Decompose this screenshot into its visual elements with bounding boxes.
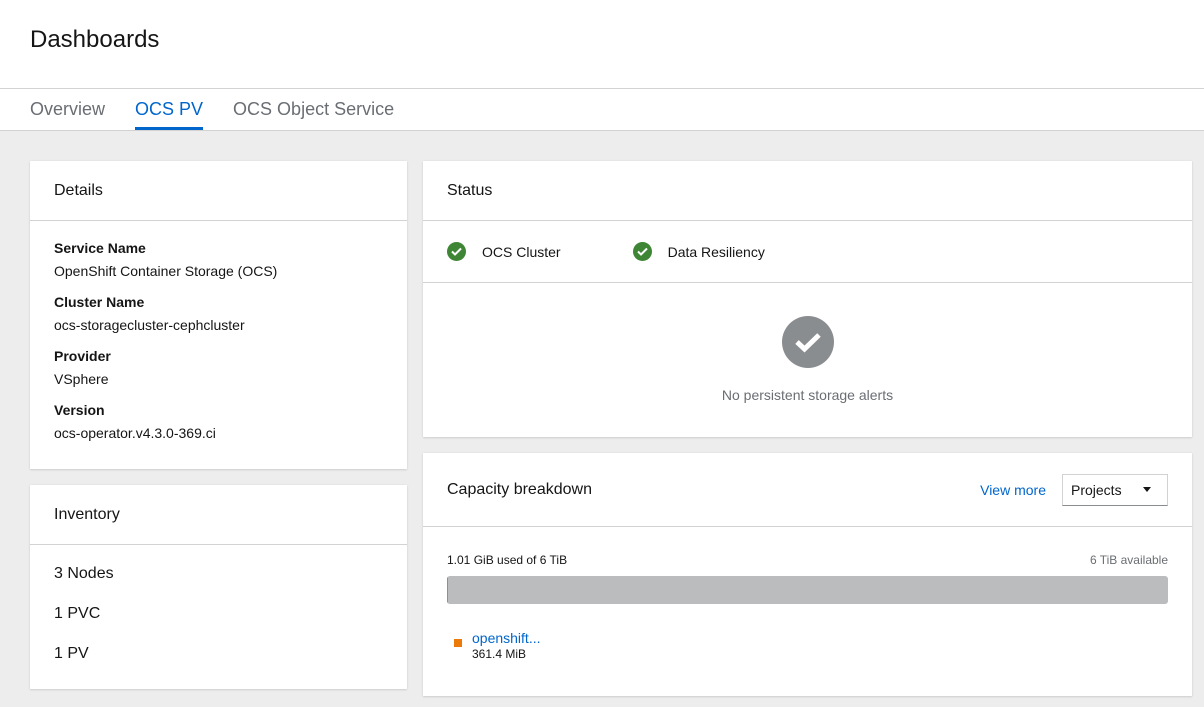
capacity-available-text: 6 TiB available (1089, 553, 1168, 567)
capacity-breakdown-card: Capacity breakdown View more Projects 1.… (423, 453, 1192, 696)
capacity-card-header: Capacity breakdown View more Projects (423, 453, 1192, 527)
capacity-title: Capacity breakdown (447, 480, 592, 498)
inventory-card-header: Inventory (30, 485, 407, 545)
status-data-resiliency: Data Resiliency (632, 242, 765, 261)
legend-item-value: 361.4 MiB (472, 647, 527, 661)
dashboard-content: Details Service Name OpenShift Container… (0, 131, 1204, 707)
inventory-card: Inventory 3 Nodes 1 PVC 1 PV (30, 485, 407, 689)
capacity-actions: View more Projects (980, 473, 1168, 506)
legend-item: openshift... 361.4 MiB (472, 630, 541, 662)
large-check-circle-icon (781, 316, 834, 368)
dashboard-tabs: Overview OCS PV OCS Object Service (0, 89, 1204, 131)
service-name-value: OpenShift Container Storage (OCS) (54, 263, 278, 279)
inventory-item-nodes[interactable]: 3 Nodes (54, 563, 383, 603)
details-card-header: Details (30, 161, 407, 221)
inventory-item-pv[interactable]: 1 PV (54, 643, 383, 683)
cluster-name-label: Cluster Name (54, 294, 145, 310)
legend-swatch (454, 639, 462, 647)
capacity-summary: 1.01 GiB used of 6 TiB 6 TiB available (447, 553, 1168, 567)
caret-down-icon (1143, 487, 1151, 492)
version-value: ocs-operator.v4.3.0-369.ci (54, 425, 216, 441)
page-header: Dashboards (0, 0, 1204, 89)
capacity-bar (447, 576, 1168, 604)
status-title: Status (447, 181, 493, 199)
cluster-name-value: ocs-storagecluster-cephcluster (54, 317, 245, 333)
details-title: Details (54, 181, 103, 199)
select-value: Projects (1071, 481, 1122, 498)
tab-ocs-object-service[interactable]: OCS Object Service (233, 89, 394, 130)
version-label: Version (54, 402, 105, 418)
capacity-type-select[interactable]: Projects (1062, 473, 1168, 506)
tab-ocs-pv[interactable]: OCS PV (135, 89, 204, 130)
page-title: Dashboards (30, 26, 160, 53)
no-alerts-message: No persistent storage alerts (721, 387, 894, 403)
details-body: Service Name OpenShift Container Storage… (30, 221, 407, 441)
inventory-item-pvc[interactable]: 1 PVC (54, 603, 383, 643)
status-label-data-resiliency: Data Resiliency (667, 243, 765, 260)
status-card: Status OCS Cluster Data Resiliency No pe… (423, 161, 1192, 437)
inventory-title: Inventory (54, 505, 120, 523)
provider-value: VSphere (54, 371, 109, 387)
health-status-row: OCS Cluster Data Resiliency (423, 221, 1192, 283)
inventory-body: 3 Nodes 1 PVC 1 PV (30, 545, 407, 683)
service-name-label: Service Name (54, 240, 146, 256)
legend-item-name[interactable]: openshift... (472, 630, 541, 646)
capacity-legend: openshift... 361.4 MiB (447, 630, 1168, 662)
alerts-empty-state: No persistent storage alerts (423, 283, 1192, 403)
status-label-ocs-cluster: OCS Cluster (482, 243, 561, 260)
details-card: Details Service Name OpenShift Container… (30, 161, 407, 469)
capacity-body: 1.01 GiB used of 6 TiB 6 TiB available o… (423, 527, 1192, 662)
provider-label: Provider (54, 348, 111, 364)
status-ocs-cluster: OCS Cluster (447, 242, 561, 261)
tab-overview[interactable]: Overview (30, 89, 105, 130)
view-more-link[interactable]: View more (980, 482, 1046, 498)
capacity-used-text: 1.01 GiB used of 6 TiB (447, 553, 568, 567)
status-card-header: Status (423, 161, 1192, 221)
check-circle-icon (447, 242, 466, 261)
check-circle-icon (632, 242, 652, 261)
